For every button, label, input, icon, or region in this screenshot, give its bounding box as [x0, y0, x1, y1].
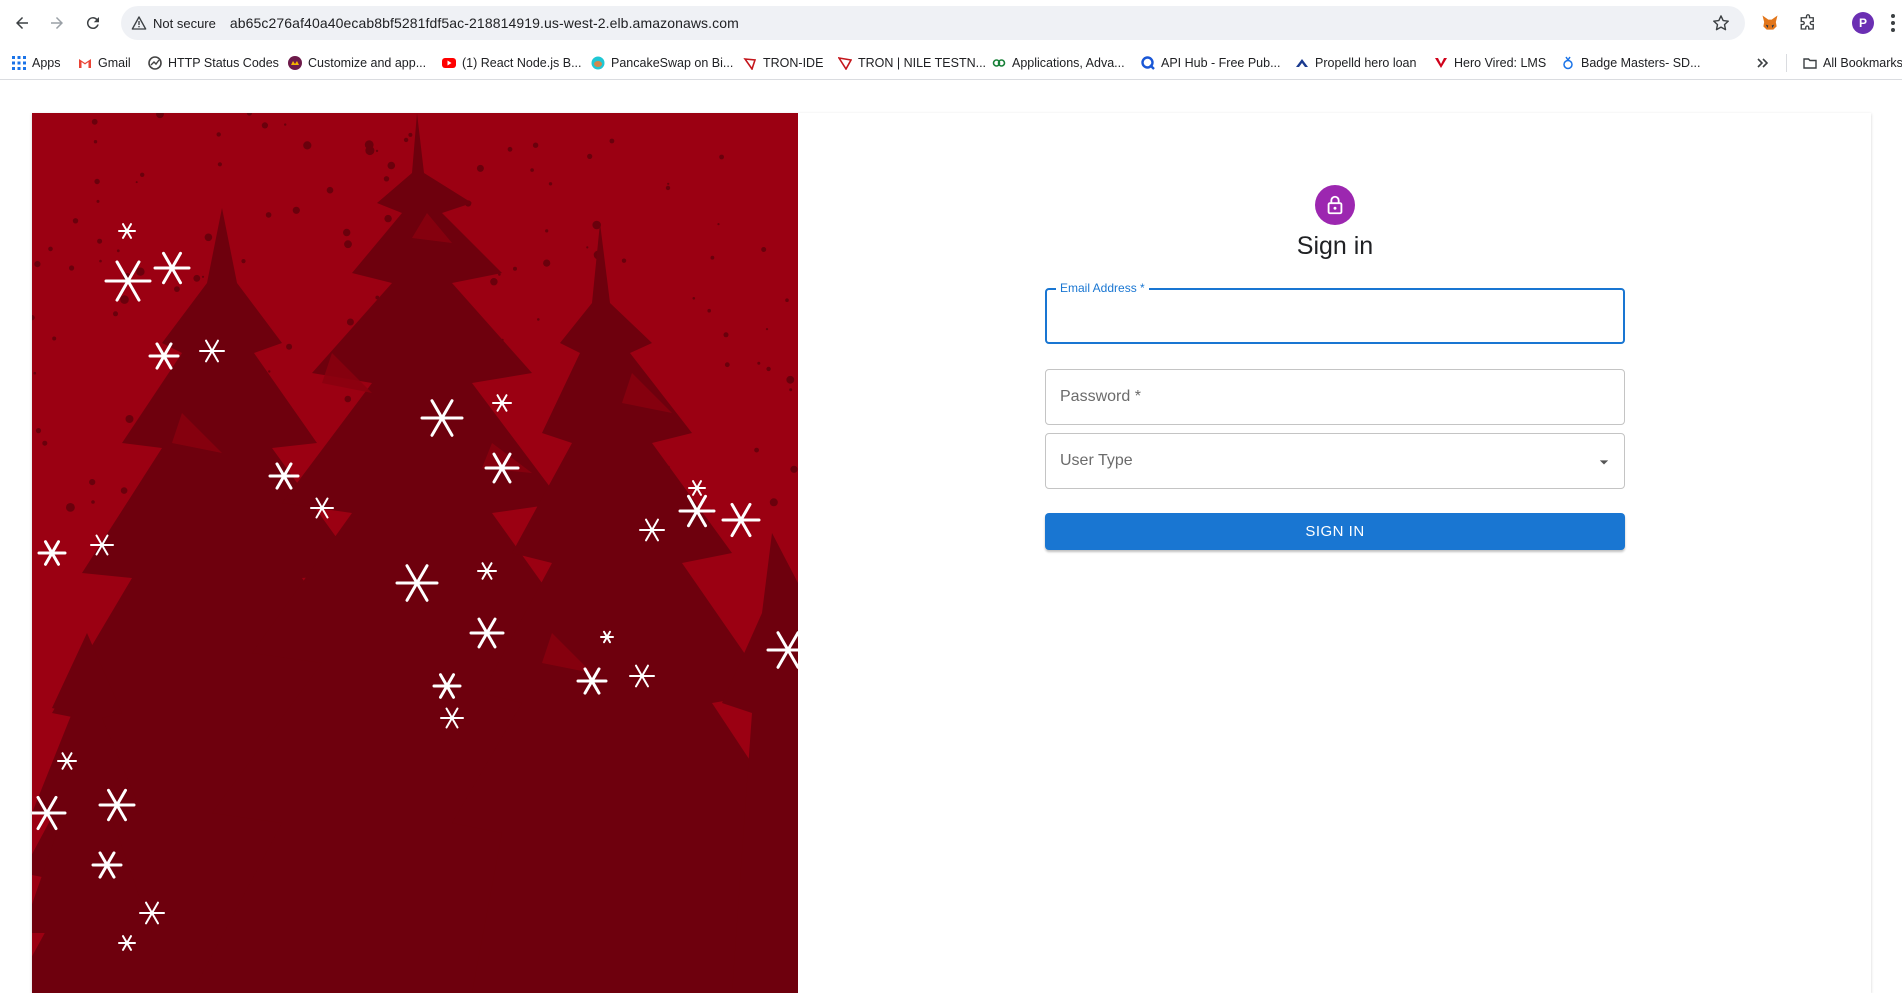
- profile-avatar[interactable]: P: [1852, 12, 1874, 34]
- caret-down-icon: [1599, 460, 1609, 465]
- bookmark-customize[interactable]: Customize and app...: [288, 52, 426, 74]
- lock-icon: [1327, 195, 1343, 215]
- bookmark-gmail[interactable]: Gmail: [78, 52, 131, 74]
- security-indicator[interactable]: Not secure: [131, 15, 216, 31]
- double-chevron-right-icon: [1757, 58, 1769, 68]
- forward-button[interactable]: [42, 8, 72, 38]
- tron-ide-icon: [743, 58, 757, 70]
- email-field[interactable]: Email Address *: [1045, 281, 1625, 344]
- link-icon: [992, 59, 1006, 67]
- gmail-icon: [79, 59, 91, 68]
- url-text[interactable]: ab65c276af40a40ecab8bf5281fdf5ac-2188149…: [230, 15, 739, 31]
- address-bar[interactable]: Not secure ab65c276af40a40ecab8bf5281fdf…: [121, 6, 1745, 40]
- bookmark-api-hub[interactable]: API Hub - Free Pub...: [1141, 52, 1281, 74]
- email-input[interactable]: [1047, 290, 1623, 342]
- christmas-trees-illustration: [32, 113, 798, 993]
- sign-in-button[interactable]: SIGN IN: [1045, 513, 1625, 550]
- back-button[interactable]: [7, 8, 37, 38]
- bookmark-badge-masters[interactable]: Badge Masters- SD...: [1561, 52, 1701, 74]
- bookmark-label: Apps: [32, 56, 61, 70]
- bookmark-label: TRON-IDE: [763, 56, 824, 70]
- bookmark-propelld[interactable]: Propelld hero loan: [1295, 52, 1416, 74]
- pancakeswap-icon: [591, 56, 605, 70]
- user-type-select[interactable]: User Type: [1045, 433, 1625, 489]
- reload-button[interactable]: [78, 8, 108, 38]
- reload-icon: [86, 17, 99, 30]
- api-hub-icon: [1141, 56, 1155, 70]
- bookmark-label: TRON | NILE TESTN...: [858, 56, 987, 70]
- metamask-extension-icon[interactable]: [1757, 10, 1783, 36]
- bookmark-label: HTTP Status Codes: [168, 56, 279, 70]
- bookmark-star-icon[interactable]: [1711, 13, 1731, 33]
- browser-toolbar: Not secure ab65c276af40a40ecab8bf5281fdf…: [0, 0, 1902, 46]
- folder-icon: [1803, 58, 1817, 69]
- bookmark-pancakeswap[interactable]: PancakeSwap on Bi...: [591, 52, 733, 74]
- bookmark-tron-nile[interactable]: TRON | NILE TESTN...: [838, 52, 986, 74]
- user-type-placeholder: User Type: [1060, 452, 1133, 469]
- password-field[interactable]: [1045, 369, 1625, 425]
- page-title: Sign in: [1296, 232, 1374, 260]
- bookmarks-bar: Apps Gmail HTTP Status Codes Customize a…: [0, 46, 1902, 80]
- arrow-right-icon: [51, 17, 63, 29]
- email-label: Email Address *: [1056, 281, 1149, 295]
- bookmark-label: Propelld hero loan: [1315, 56, 1417, 70]
- bookmarks-divider: [1786, 54, 1787, 72]
- bookmark-apps[interactable]: Apps: [12, 52, 61, 74]
- bookmark-react-nodejs[interactable]: (1) React Node.js B...: [442, 52, 582, 74]
- hero-image: [32, 113, 798, 993]
- fox-icon: [1762, 15, 1778, 30]
- bookmark-hero-vired[interactable]: Hero Vired: LMS: [1434, 52, 1546, 74]
- bookmark-applications[interactable]: Applications, Adva...: [992, 52, 1125, 74]
- warning-triangle-icon: [131, 16, 147, 30]
- bookmark-label: Gmail: [98, 56, 131, 70]
- all-bookmarks-label: All Bookmarks: [1823, 56, 1902, 70]
- bookmark-http-status-codes[interactable]: HTTP Status Codes: [148, 52, 279, 74]
- extensions-button[interactable]: [1795, 10, 1821, 36]
- bookmark-label: Hero Vired: LMS: [1454, 56, 1547, 70]
- bookmark-label: API Hub - Free Pub...: [1161, 56, 1281, 70]
- hero-vired-icon: [1435, 58, 1447, 68]
- bookmark-label: PancakeSwap on Bi...: [611, 56, 734, 70]
- all-bookmarks-button[interactable]: All Bookmarks: [1803, 52, 1902, 74]
- lock-avatar: [1315, 185, 1355, 225]
- bookmark-label: Applications, Adva...: [1012, 56, 1125, 70]
- bookmark-label: Badge Masters- SD...: [1581, 56, 1701, 70]
- password-input[interactable]: [1046, 370, 1624, 424]
- propelld-icon: [1296, 59, 1308, 67]
- badge-icon: [1563, 56, 1573, 70]
- bookmark-tron-ide[interactable]: TRON-IDE: [743, 52, 823, 74]
- tron-icon: [838, 57, 852, 70]
- bookmark-label: (1) React Node.js B...: [462, 56, 582, 70]
- puzzle-piece-icon: [1800, 14, 1814, 30]
- bookmark-label: Customize and app...: [308, 56, 427, 70]
- apps-grid-icon: [12, 56, 26, 70]
- more-bookmarks-button[interactable]: [1755, 52, 1769, 74]
- site-icon: [288, 56, 302, 70]
- arrow-left-icon: [16, 17, 28, 29]
- more-menu-icon[interactable]: [1888, 12, 1898, 34]
- security-label: Not secure: [153, 15, 216, 31]
- youtube-icon: [442, 58, 456, 68]
- globe-icon: [148, 56, 162, 70]
